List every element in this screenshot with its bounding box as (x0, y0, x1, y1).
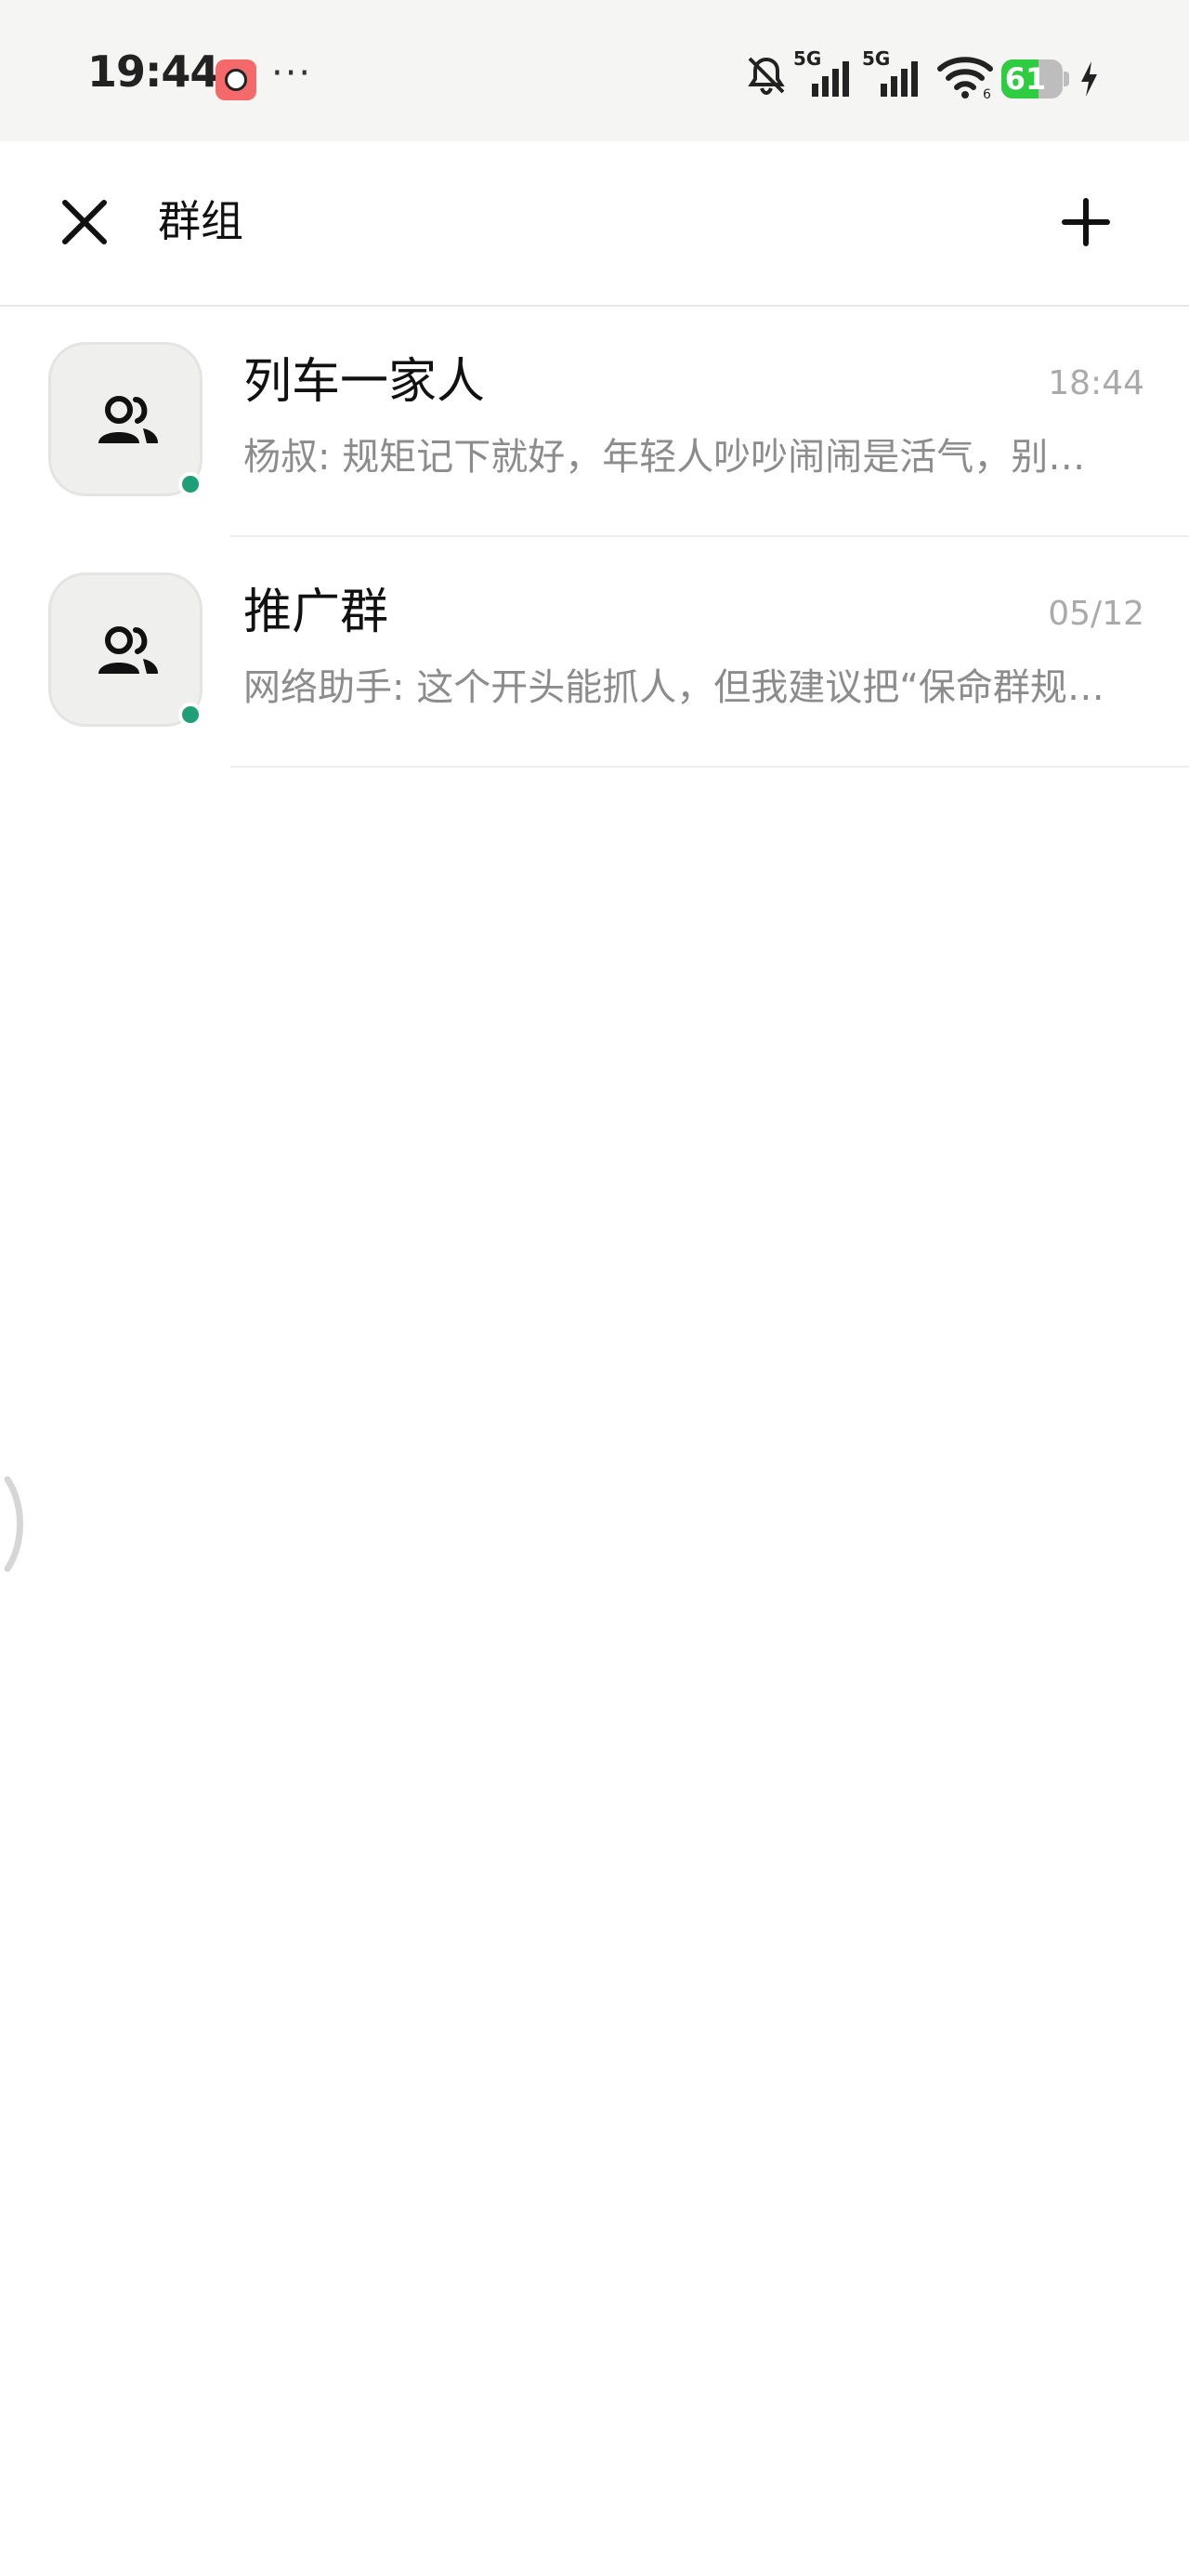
network-label-1: 5G (793, 47, 821, 70)
online-status-dot (178, 472, 203, 496)
charging-icon (1081, 61, 1097, 97)
signal-5g-icon: 5G (862, 47, 918, 97)
online-status-dot (178, 703, 203, 727)
group-last-message: 网络助手: 这个开头能抓人，但我建议把“保命群规… (243, 666, 1104, 709)
group-last-time: 18:44 (1048, 364, 1144, 402)
group-row-2[interactable]: 推广群 05/12 网络助手: 这个开头能抓人，但我建议把“保命群规… (0, 537, 1189, 768)
add-group-button[interactable] (1053, 190, 1118, 255)
close-button[interactable] (52, 190, 117, 255)
back-gesture-handle[interactable] (0, 1476, 28, 1572)
row-divider (230, 766, 1189, 768)
status-bar: 19:44 ··· 5G 5G 6 61 (0, 0, 1189, 141)
group-icon (98, 396, 158, 443)
battery-level: 61 (1004, 61, 1047, 97)
wifi-icon: 6 (937, 57, 993, 100)
svg-text:6: 6 (983, 87, 991, 100)
app-notification-icon (216, 59, 256, 100)
more-notifications-indicator: ··· (271, 52, 313, 95)
group-row-1[interactable]: 列车一家人 18:44 杨叔: 规矩记下就好，年轻人吵吵闹闹是活气，别… (0, 307, 1189, 537)
status-time: 19:44 (87, 46, 219, 97)
network-label-2: 5G (862, 47, 890, 70)
close-icon (62, 200, 107, 244)
group-avatar (48, 572, 203, 727)
group-name: 推广群 (243, 585, 389, 640)
group-last-message: 杨叔: 规矩记下就好，年轻人吵吵闹闹是活气，别… (243, 436, 1086, 479)
plus-icon (1062, 198, 1110, 246)
group-icon (98, 626, 158, 674)
battery-icon: 61 (1001, 59, 1070, 99)
group-name: 列车一家人 (243, 354, 486, 410)
signal-5g-icon: 5G (793, 47, 849, 97)
header: 群组 (0, 141, 1189, 307)
notification-muted-icon (748, 57, 785, 96)
group-last-time: 05/12 (1048, 595, 1144, 633)
page-title: 群组 (158, 196, 243, 246)
group-avatar (48, 342, 203, 496)
group-list: 列车一家人 18:44 杨叔: 规矩记下就好，年轻人吵吵闹闹是活气，别… 推广群… (0, 307, 1189, 768)
